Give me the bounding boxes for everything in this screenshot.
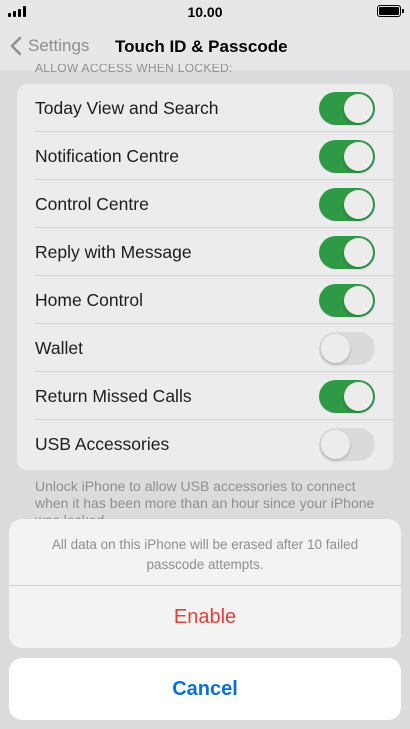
toggle-switch[interactable] — [319, 332, 375, 365]
setting-row-today-view: Today View and Search — [17, 84, 393, 132]
back-button[interactable]: Settings — [10, 36, 89, 56]
setting-row-wallet: Wallet — [17, 324, 393, 372]
toggle-switch[interactable] — [319, 428, 375, 461]
action-sheet-message: All data on this iPhone will be erased a… — [9, 519, 401, 586]
status-time: 10.00 — [187, 4, 223, 20]
toggle-switch[interactable] — [319, 92, 375, 125]
setting-row-home-control: Home Control — [17, 276, 393, 324]
setting-row-notification-centre: Notification Centre — [17, 132, 393, 180]
setting-label: Wallet — [35, 338, 83, 358]
status-bar: 10.00 — [0, 0, 410, 24]
toggle-switch[interactable] — [319, 236, 375, 269]
setting-label: Notification Centre — [35, 146, 179, 166]
setting-row-control-centre: Control Centre — [17, 180, 393, 228]
setting-label: Return Missed Calls — [35, 386, 192, 406]
toggle-switch[interactable] — [319, 380, 375, 413]
enable-button[interactable]: Enable — [9, 586, 401, 648]
setting-row-return-missed-calls: Return Missed Calls — [17, 372, 393, 420]
toggle-switch[interactable] — [319, 284, 375, 317]
setting-label: Reply with Message — [35, 242, 192, 262]
cancel-button[interactable]: Cancel — [9, 658, 401, 720]
setting-label: Today View and Search — [35, 98, 219, 118]
toggle-switch[interactable] — [319, 188, 375, 221]
back-label: Settings — [28, 36, 90, 55]
toggle-switch[interactable] — [319, 140, 375, 173]
settings-group: Today View and Search Notification Centr… — [17, 84, 393, 470]
action-sheet: All data on this iPhone will be erased a… — [9, 519, 401, 648]
setting-label: Home Control — [35, 290, 143, 310]
setting-row-reply-with-message: Reply with Message — [17, 228, 393, 276]
chevron-left-icon — [10, 36, 22, 56]
section-header: ALLOW ACCESS WHEN LOCKED: — [35, 64, 233, 75]
page-title: Touch ID & Passcode — [115, 37, 288, 56]
battery-icon — [377, 5, 404, 17]
setting-label: Control Centre — [35, 194, 149, 214]
setting-label: USB Accessories — [35, 434, 170, 454]
setting-row-usb-accessories: USB Accessories — [17, 420, 393, 468]
footer-note: Unlock iPhone to allow USB accessories t… — [35, 478, 375, 520]
